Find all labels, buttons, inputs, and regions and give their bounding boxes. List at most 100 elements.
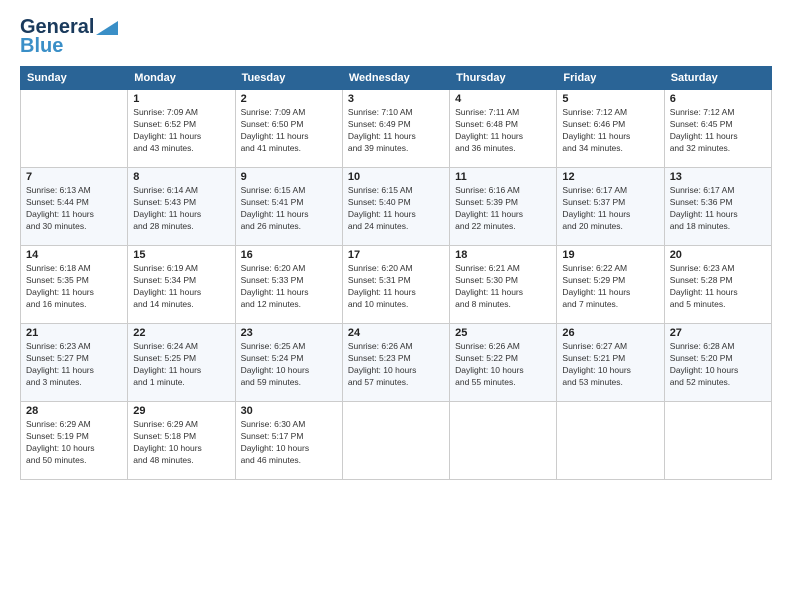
day-number: 30 [241, 405, 337, 417]
day-number: 16 [241, 249, 337, 261]
day-info: Sunrise: 6:20 AM Sunset: 5:31 PM Dayligh… [348, 263, 444, 311]
day-number: 26 [562, 327, 658, 339]
calendar-cell [450, 402, 557, 480]
calendar-cell: 2 Sunrise: 7:09 AM Sunset: 6:50 PM Daylig… [235, 90, 342, 168]
weekday-header: Saturday [664, 67, 771, 90]
calendar-cell: 27 Sunrise: 6:28 AM Sunset: 5:20 PM Dayli… [664, 324, 771, 402]
calendar-cell: 28Sunrise: 6:29 AM Sunset: 5:19 PM Dayli… [21, 402, 128, 480]
day-info: Sunrise: 6:13 AM Sunset: 5:44 PM Dayligh… [26, 185, 122, 233]
day-info: Sunrise: 7:11 AM Sunset: 6:48 PM Dayligh… [455, 107, 551, 155]
calendar-cell: 8 Sunrise: 6:14 AM Sunset: 5:43 PM Daylig… [128, 168, 235, 246]
calendar-cell: 12 Sunrise: 6:17 AM Sunset: 5:37 PM Dayli… [557, 168, 664, 246]
weekday-header: Tuesday [235, 67, 342, 90]
calendar-cell [342, 402, 449, 480]
day-number: 2 [241, 93, 337, 105]
weekday-header: Sunday [21, 67, 128, 90]
day-number: 18 [455, 249, 551, 261]
calendar-cell: 21Sunrise: 6:23 AM Sunset: 5:27 PM Dayli… [21, 324, 128, 402]
calendar-cell: 11 Sunrise: 6:16 AM Sunset: 5:39 PM Dayli… [450, 168, 557, 246]
day-info: Sunrise: 7:10 AM Sunset: 6:49 PM Dayligh… [348, 107, 444, 155]
day-number: 14 [26, 249, 122, 261]
day-number: 17 [348, 249, 444, 261]
day-info: Sunrise: 6:16 AM Sunset: 5:39 PM Dayligh… [455, 185, 551, 233]
day-info: Sunrise: 6:25 AM Sunset: 5:24 PM Dayligh… [241, 341, 337, 389]
calendar-cell: 3 Sunrise: 7:10 AM Sunset: 6:49 PM Daylig… [342, 90, 449, 168]
day-number: 15 [133, 249, 229, 261]
calendar-cell: 15 Sunrise: 6:19 AM Sunset: 5:34 PM Dayli… [128, 246, 235, 324]
calendar-cell: 7 Sunrise: 6:13 AM Sunset: 5:44 PM Daylig… [21, 168, 128, 246]
day-number: 20 [670, 249, 766, 261]
calendar-week-row: 7 Sunrise: 6:13 AM Sunset: 5:44 PM Daylig… [21, 168, 772, 246]
calendar-cell: 6Sunrise: 7:12 AM Sunset: 6:45 PM Daylig… [664, 90, 771, 168]
calendar-cell: 9 Sunrise: 6:15 AM Sunset: 5:41 PM Daylig… [235, 168, 342, 246]
calendar-cell: 29 Sunrise: 6:29 AM Sunset: 5:18 PM Dayli… [128, 402, 235, 480]
day-number: 22 [133, 327, 229, 339]
day-info: Sunrise: 6:17 AM Sunset: 5:36 PM Dayligh… [670, 185, 766, 233]
day-info: Sunrise: 6:22 AM Sunset: 5:29 PM Dayligh… [562, 263, 658, 311]
weekday-header: Wednesday [342, 67, 449, 90]
calendar-week-row: 21Sunrise: 6:23 AM Sunset: 5:27 PM Dayli… [21, 324, 772, 402]
weekday-header: Monday [128, 67, 235, 90]
calendar-week-row: 14 Sunrise: 6:18 AM Sunset: 5:35 PM Dayli… [21, 246, 772, 324]
calendar-cell: 17 Sunrise: 6:20 AM Sunset: 5:31 PM Dayli… [342, 246, 449, 324]
day-number: 23 [241, 327, 337, 339]
calendar-cell: 19 Sunrise: 6:22 AM Sunset: 5:29 PM Dayli… [557, 246, 664, 324]
day-info: Sunrise: 6:20 AM Sunset: 5:33 PM Dayligh… [241, 263, 337, 311]
calendar-week-row: 1Sunrise: 7:09 AM Sunset: 6:52 PM Daylig… [21, 90, 772, 168]
day-info: Sunrise: 6:28 AM Sunset: 5:20 PM Dayligh… [670, 341, 766, 389]
day-info: Sunrise: 6:27 AM Sunset: 5:21 PM Dayligh… [562, 341, 658, 389]
calendar-cell: 30 Sunrise: 6:30 AM Sunset: 5:17 PM Dayli… [235, 402, 342, 480]
weekday-header: Friday [557, 67, 664, 90]
day-number: 29 [133, 405, 229, 417]
day-info: Sunrise: 6:29 AM Sunset: 5:18 PM Dayligh… [133, 419, 229, 467]
day-info: Sunrise: 6:26 AM Sunset: 5:22 PM Dayligh… [455, 341, 551, 389]
calendar-cell: 5Sunrise: 7:12 AM Sunset: 6:46 PM Daylig… [557, 90, 664, 168]
day-number: 1 [133, 93, 229, 105]
day-info: Sunrise: 7:09 AM Sunset: 6:50 PM Dayligh… [241, 107, 337, 155]
day-number: 5 [562, 93, 658, 105]
calendar-cell: 14 Sunrise: 6:18 AM Sunset: 5:35 PM Dayli… [21, 246, 128, 324]
calendar-cell: 23 Sunrise: 6:25 AM Sunset: 5:24 PM Dayli… [235, 324, 342, 402]
day-info: Sunrise: 6:21 AM Sunset: 5:30 PM Dayligh… [455, 263, 551, 311]
day-number: 27 [670, 327, 766, 339]
calendar-cell: 13 Sunrise: 6:17 AM Sunset: 5:36 PM Dayli… [664, 168, 771, 246]
day-number: 24 [348, 327, 444, 339]
calendar-week-row: 28Sunrise: 6:29 AM Sunset: 5:19 PM Dayli… [21, 402, 772, 480]
calendar-cell [664, 402, 771, 480]
day-info: Sunrise: 6:15 AM Sunset: 5:41 PM Dayligh… [241, 185, 337, 233]
day-info: Sunrise: 6:23 AM Sunset: 5:28 PM Dayligh… [670, 263, 766, 311]
calendar-cell [557, 402, 664, 480]
calendar: SundayMondayTuesdayWednesdayThursdayFrid… [20, 66, 772, 480]
calendar-cell [21, 90, 128, 168]
day-number: 9 [241, 171, 337, 183]
calendar-header-row: SundayMondayTuesdayWednesdayThursdayFrid… [21, 67, 772, 90]
day-number: 10 [348, 171, 444, 183]
calendar-cell: 24 Sunrise: 6:26 AM Sunset: 5:23 PM Dayli… [342, 324, 449, 402]
day-number: 19 [562, 249, 658, 261]
day-info: Sunrise: 6:15 AM Sunset: 5:40 PM Dayligh… [348, 185, 444, 233]
day-info: Sunrise: 6:17 AM Sunset: 5:37 PM Dayligh… [562, 185, 658, 233]
day-number: 3 [348, 93, 444, 105]
day-number: 12 [562, 171, 658, 183]
day-info: Sunrise: 6:26 AM Sunset: 5:23 PM Dayligh… [348, 341, 444, 389]
day-number: 11 [455, 171, 551, 183]
logo-blue: Blue [20, 35, 63, 58]
day-info: Sunrise: 6:24 AM Sunset: 5:25 PM Dayligh… [133, 341, 229, 389]
day-number: 28 [26, 405, 122, 417]
calendar-cell: 25 Sunrise: 6:26 AM Sunset: 5:22 PM Dayli… [450, 324, 557, 402]
logo-icon [96, 21, 118, 35]
day-number: 7 [26, 171, 122, 183]
day-number: 8 [133, 171, 229, 183]
day-number: 25 [455, 327, 551, 339]
day-info: Sunrise: 6:18 AM Sunset: 5:35 PM Dayligh… [26, 263, 122, 311]
weekday-header: Thursday [450, 67, 557, 90]
calendar-cell: 1Sunrise: 7:09 AM Sunset: 6:52 PM Daylig… [128, 90, 235, 168]
day-info: Sunrise: 6:14 AM Sunset: 5:43 PM Dayligh… [133, 185, 229, 233]
logo: General Blue [20, 16, 118, 58]
day-info: Sunrise: 6:19 AM Sunset: 5:34 PM Dayligh… [133, 263, 229, 311]
day-number: 4 [455, 93, 551, 105]
day-number: 13 [670, 171, 766, 183]
day-info: Sunrise: 6:30 AM Sunset: 5:17 PM Dayligh… [241, 419, 337, 467]
calendar-cell: 16 Sunrise: 6:20 AM Sunset: 5:33 PM Dayli… [235, 246, 342, 324]
calendar-cell: 4 Sunrise: 7:11 AM Sunset: 6:48 PM Daylig… [450, 90, 557, 168]
